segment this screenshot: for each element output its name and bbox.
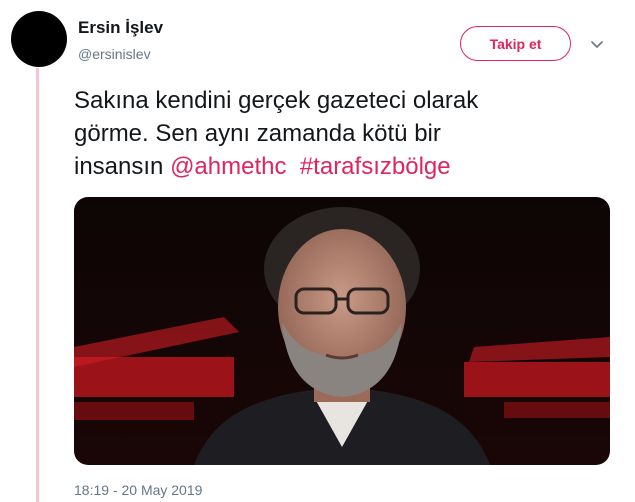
tweet-text-line: Sakına kendini gerçek gazeteci olarak	[74, 87, 479, 114]
author-name[interactable]: Ersin İşlev	[78, 18, 163, 38]
follow-button[interactable]: Takip et	[460, 26, 571, 61]
tweet-media-photo[interactable]	[74, 197, 610, 465]
tweet-card: Ersin İşlev @ersinislev Takip et Sakına …	[0, 0, 635, 502]
tweet-text-line: görme. Sen aynı zamanda kötü bir	[74, 120, 441, 147]
media-photo-illustration	[74, 197, 610, 465]
chevron-down-icon[interactable]	[588, 36, 606, 54]
tweet-text-fragment: insansın	[74, 153, 164, 180]
hashtag-link[interactable]: #tarafsızbölge	[300, 153, 451, 180]
mention-link[interactable]: @ahmethc	[170, 153, 286, 180]
thread-line	[36, 68, 39, 502]
tweet-text: Sakına kendini gerçek gazeteci olarak gö…	[74, 84, 619, 183]
avatar[interactable]	[11, 11, 67, 67]
tweet-text-line: insansın @ahmethc #tarafsızbölge	[74, 150, 619, 183]
author-handle[interactable]: @ersinislev	[78, 46, 151, 62]
tweet-timestamp[interactable]: 18:19 - 20 May 2019	[74, 482, 202, 498]
follow-button-label: Takip et	[489, 35, 542, 52]
